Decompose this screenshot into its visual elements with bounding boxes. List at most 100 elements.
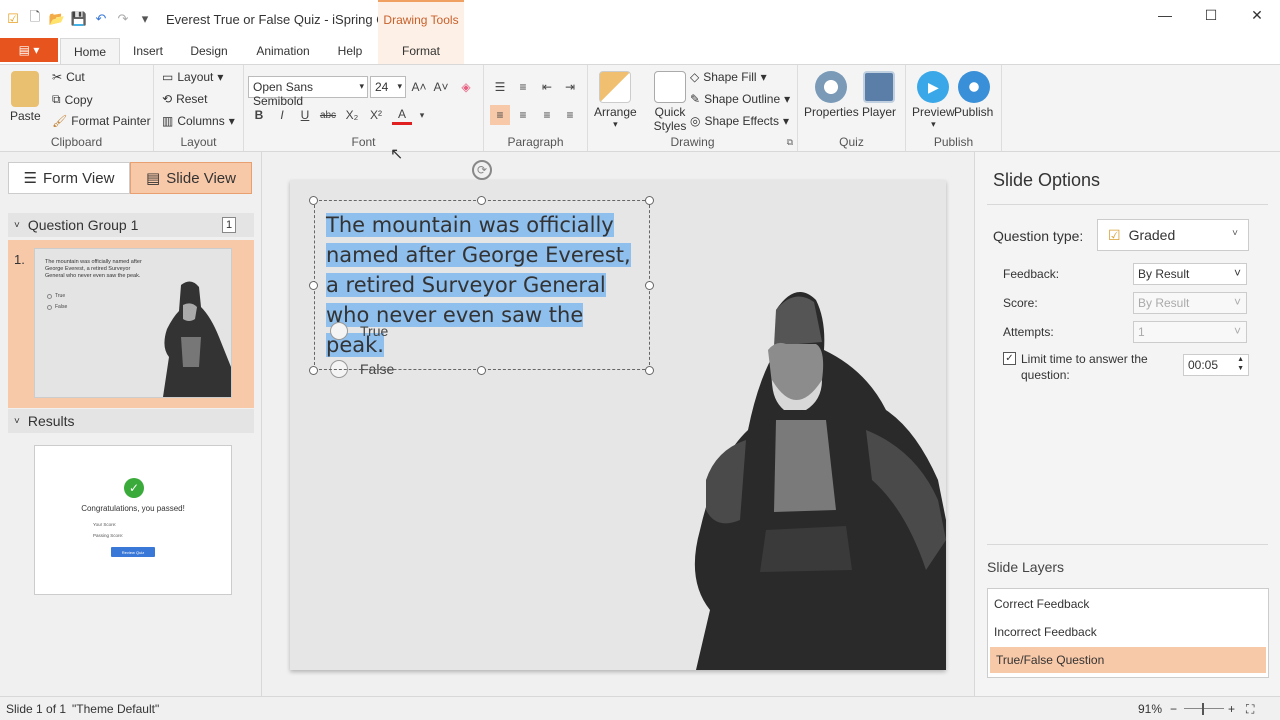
numbering-icon[interactable]: ≡ [513,77,533,97]
resize-handle[interactable] [645,196,654,205]
shrink-font-icon[interactable]: A˅ [431,77,451,97]
font-color-icon[interactable]: A [392,105,412,125]
tab-animation[interactable]: Animation [248,38,318,64]
zoom-slider-thumb[interactable] [1202,703,1204,715]
slide-view-label: Slide View [166,169,236,187]
question-type-select[interactable]: ☑ Graded ˅ [1097,219,1249,251]
form-view-button[interactable]: ☰ Form View [8,162,130,194]
preview-button[interactable]: ▶ Preview ▾ [912,71,955,130]
resize-handle[interactable] [477,196,486,205]
subscript-icon[interactable]: X₂ [342,105,362,125]
results-title: Results [27,413,75,429]
close-icon[interactable]: ✕ [1234,0,1280,30]
resize-handle[interactable] [477,366,486,375]
resize-handle[interactable] [309,196,318,205]
align-right-icon[interactable]: ≡ [537,105,557,125]
slide-thumbnail-item[interactable]: 1. The mountain was officially named aft… [8,240,254,408]
tab-insert[interactable]: Insert [120,38,176,64]
redo-icon[interactable]: ↷ [114,10,132,28]
time-limit-value: 00:05 [1188,358,1219,372]
feedback-select[interactable]: By Result ˅ [1133,263,1247,285]
reset-button[interactable]: ⟲ Reset [162,92,207,106]
paste-label: Paste [10,109,41,123]
italic-icon[interactable]: I [272,105,292,125]
dialog-launcher-icon[interactable]: ⧉ [787,137,793,148]
effects-icon: ◎ [690,114,701,128]
copy-button[interactable]: ⧉ Copy [52,92,93,107]
zoom-slider[interactable] [1184,708,1224,709]
resize-handle[interactable] [309,281,318,290]
selection-box[interactable] [314,200,650,370]
quick-styles-label: Quick Styles [653,105,687,133]
clear-formatting-icon[interactable]: ◈ [456,77,476,97]
format-painter-button[interactable]: 🖌 Format Painter [52,114,151,128]
fit-slide-icon[interactable]: ⛶ [1246,702,1254,717]
save-icon[interactable]: 💾 [70,10,88,28]
font-size-select[interactable]: 24 ▾ [370,76,406,98]
drawing-group: Arrange ▾ Quick Styles ◇ Shape Fill ▾ ✎ Sha… [588,65,798,151]
decrease-indent-icon[interactable]: ⇤ [537,77,557,97]
limit-time-label: Limit time to answer the question: [1021,352,1148,382]
rotate-handle-icon[interactable]: ⟳ [472,160,492,180]
reset-label: Reset [176,92,208,106]
resize-handle[interactable] [645,281,654,290]
arrange-label: Arrange [594,105,637,119]
publish-button[interactable]: Publish [954,71,993,119]
layer-true-false-question[interactable]: True/False Question [990,647,1266,673]
bullets-icon[interactable]: ☰ [490,77,510,97]
justify-icon[interactable]: ≡ [560,105,580,125]
bold-icon[interactable]: B [249,105,269,125]
superscript-icon[interactable]: X² [366,105,386,125]
minimize-icon[interactable]: — [1142,0,1188,30]
properties-button[interactable]: Properties [804,71,859,119]
strikethrough-icon[interactable]: abc [318,105,338,125]
underline-icon[interactable]: U [295,105,315,125]
results-thumbnail[interactable]: ✓ Congratulations, you passed! Your Scor… [34,445,232,595]
quick-styles-button[interactable]: Quick Styles [646,71,694,133]
shape-effects-button[interactable]: ◎ Shape Effects ▾ [690,114,789,128]
align-center-icon[interactable]: ≡ [513,105,533,125]
results-header[interactable]: ˅ Results [8,409,254,433]
new-file-icon[interactable]: 🗋 [26,9,44,28]
chevron-down-icon[interactable]: ▾ [412,105,432,125]
tab-design[interactable]: Design [180,38,238,64]
publish-group-label: Publish [933,135,974,149]
slide-view-button[interactable]: ▤ Slide View [130,162,252,194]
time-limit-input[interactable]: 00:05 ▲ ▼ [1183,354,1249,376]
zoom-in-icon[interactable]: + [1228,702,1235,716]
open-folder-icon[interactable]: 📂 [48,10,66,28]
grow-font-icon[interactable]: A˄ [409,77,429,97]
maximize-icon[interactable]: ☐ [1188,0,1234,30]
limit-time-checkbox[interactable]: ✓ [1003,352,1016,365]
zoom-out-icon[interactable]: − [1170,702,1177,716]
tab-format[interactable]: Format [378,38,464,64]
resize-handle[interactable] [645,366,654,375]
layout-group-label: Layout [180,135,217,149]
arrange-button[interactable]: Arrange ▾ [594,71,637,130]
shape-fill-button[interactable]: ◇ Shape Fill ▾ [690,70,767,84]
file-menu-button[interactable]: ▤ ▾ [0,38,58,62]
player-button[interactable]: Player [862,71,896,119]
thumbnail-question-text: The mountain was officially named after … [45,259,142,279]
cut-button[interactable]: ✂ Cut [52,70,85,84]
tab-home[interactable]: Home [60,38,120,64]
score-label: Score: [1003,296,1038,310]
font-family-select[interactable]: Open Sans Semibold ▾ [248,76,368,108]
resize-handle[interactable] [309,366,318,375]
shape-outline-button[interactable]: ✎ Shape Outline ▾ [690,92,790,106]
customize-toolbar-icon[interactable]: ▾ [136,10,154,28]
spinner-icon[interactable]: ▲ ▼ [1237,355,1244,373]
increase-indent-icon[interactable]: ⇥ [560,77,580,97]
status-bar: Slide 1 of 1 "Theme Default" 91% − + ⛶ [0,696,1280,720]
layer-incorrect-feedback[interactable]: Incorrect Feedback [988,619,1268,645]
align-left-icon[interactable]: ≡ [490,105,510,125]
question-group-header[interactable]: ˅ Question Group 1 1 [8,213,254,237]
layout-button[interactable]: ▭ Layout ▾ [162,70,223,84]
chevron-down-icon: ▾ [782,114,790,128]
tab-help[interactable]: Help [326,38,374,64]
columns-button[interactable]: ▥ Columns ▾ [162,114,235,128]
undo-icon[interactable]: ↶ [92,10,110,28]
paste-button[interactable]: Paste [10,71,41,123]
layer-correct-feedback[interactable]: Correct Feedback [988,591,1268,617]
slide-thumbnail: The mountain was officially named after … [34,248,232,398]
